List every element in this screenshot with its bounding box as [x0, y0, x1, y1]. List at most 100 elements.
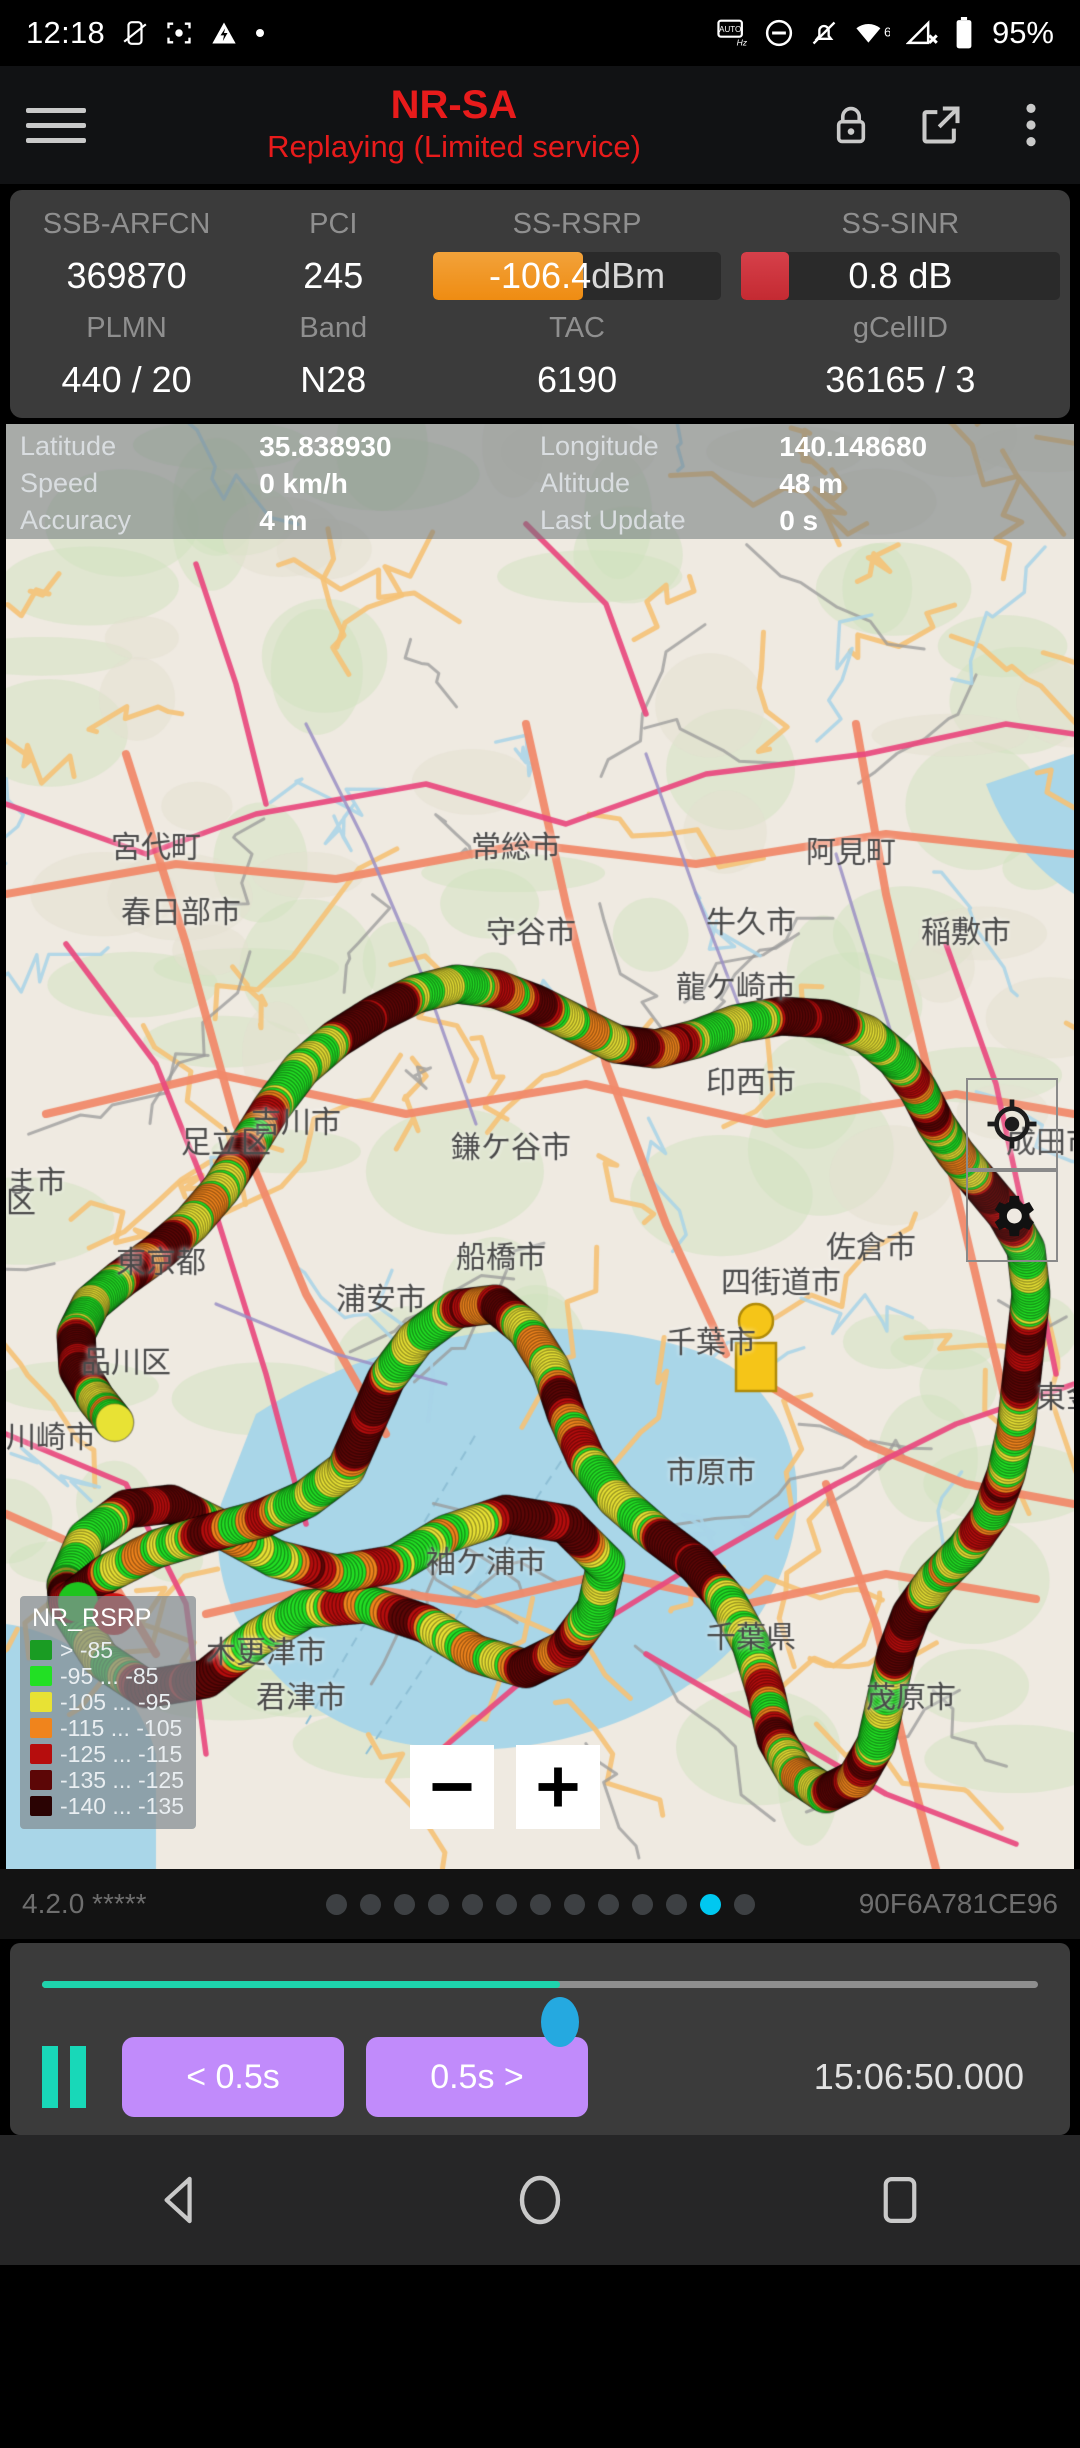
android-navigation-bar — [0, 2135, 1080, 2265]
gps-value-latitude: 35.838930 — [259, 430, 392, 462]
my-location-icon[interactable] — [966, 1078, 1058, 1170]
seek-thumb[interactable] — [540, 1997, 579, 2047]
auto-hz-refresh-rate-icon: AUTO Hz — [716, 17, 748, 49]
seek-row — [10, 1943, 1070, 2047]
footer-info-bar: 4.2.0 ***** 90F6A781CE96 — [0, 1869, 1080, 1939]
legend-swatch — [30, 1796, 52, 1816]
warning-triangle-icon — [210, 19, 238, 47]
legend-item: -125 ... -115 — [30, 1741, 184, 1767]
gps-left-column: Latitude 35.838930 Speed 0 km/h Accuracy… — [20, 428, 540, 539]
lock-icon[interactable] — [828, 99, 874, 151]
page-dot[interactable] — [359, 1893, 381, 1915]
page-dot[interactable] — [529, 1893, 551, 1915]
step-back-button[interactable]: < 0.5s — [122, 2037, 344, 2117]
gps-info-overlay: Latitude 35.838930 Speed 0 km/h Accuracy… — [6, 424, 1074, 539]
legend-item: > -85 — [30, 1637, 184, 1663]
legend-swatch — [30, 1718, 52, 1738]
page-dot[interactable] — [597, 1893, 619, 1915]
rsrp-unit: dBm — [591, 255, 666, 296]
metric-value-ss-rsrp: -106.4dBm — [423, 250, 730, 302]
metric-value-ss-sinr: 0.8 dB — [731, 250, 1070, 302]
status-subtitle: Replaying (Limited service) — [267, 129, 641, 164]
zoom-in-button[interactable] — [516, 1745, 600, 1829]
metric-value-ssb-arfcn: 369870 — [66, 255, 187, 296]
page-dot[interactable] — [461, 1893, 483, 1915]
gps-key-altitude: Altitude — [540, 468, 631, 498]
page-dot[interactable] — [427, 1893, 449, 1915]
gps-row-speed: Speed 0 km/h — [20, 465, 540, 502]
pause-icon[interactable] — [42, 2046, 100, 2108]
metric-value-plmn: 440 / 20 — [61, 359, 192, 400]
legend-label: -125 ... -115 — [60, 1740, 183, 1767]
legend-label: -115 ... -105 — [60, 1714, 183, 1741]
square-recents-icon[interactable] — [840, 2160, 960, 2240]
legend-item: -135 ... -125 — [30, 1767, 184, 1793]
seek-slider[interactable] — [42, 1981, 1038, 2047]
do-not-disturb-vibrate-icon — [122, 18, 148, 48]
hamburger-menu-icon[interactable] — [26, 107, 86, 143]
metrics-row1-labels: SSB-ARFCN PCI SS-RSRP SS-SINR — [10, 198, 1070, 250]
android-status-bar: 12:18 AUTO Hz 6 95% — [0, 0, 1080, 66]
circle-home-icon[interactable] — [480, 2160, 600, 2240]
replay-player: < 0.5s 0.5s > 15:06:50.000 — [10, 1943, 1070, 2135]
app-bar-actions — [828, 99, 1054, 151]
do-not-disturb-icon — [764, 18, 794, 48]
gps-row-latitude: Latitude 35.838930 — [20, 428, 540, 465]
legend-label: -105 ... -95 — [60, 1688, 172, 1715]
page-dot[interactable] — [495, 1893, 517, 1915]
gps-value-longitude: 140.148680 — [779, 430, 928, 462]
metric-label-plmn: PLMN — [86, 311, 167, 344]
gps-key-latitude: Latitude — [20, 431, 117, 461]
triangle-back-icon[interactable] — [120, 2160, 240, 2240]
status-clock: 12:18 — [26, 15, 106, 50]
legend-swatch — [30, 1770, 52, 1790]
svg-text:AUTO: AUTO — [719, 25, 741, 34]
app-title-block: NR-SA Replaying (Limited service) — [80, 83, 828, 167]
metric-value-tac: 6190 — [537, 359, 618, 400]
page-dot[interactable] — [665, 1893, 687, 1915]
metric-label-tac: TAC — [549, 311, 605, 344]
zoom-out-button[interactable] — [410, 1745, 494, 1829]
step-forward-button[interactable]: 0.5s > — [366, 2037, 588, 2117]
metrics-row2-labels: PLMN Band TAC gCellID — [10, 302, 1070, 354]
page-dot[interactable] — [563, 1893, 585, 1915]
gps-row-altitude: Altitude 48 m — [540, 465, 1060, 502]
page-title: NR-SA — [390, 83, 518, 127]
svg-text:Hz: Hz — [737, 37, 748, 47]
page-dot[interactable] — [325, 1893, 347, 1915]
legend-swatch — [30, 1744, 52, 1764]
gps-key-last-update: Last Update — [540, 505, 686, 535]
gps-right-column: Longitude 140.148680 Altitude 48 m Last … — [540, 428, 1060, 539]
battery-icon — [954, 17, 974, 49]
status-bar-right: AUTO Hz 6 95% — [716, 15, 1054, 51]
gps-value-accuracy: 4 m — [259, 504, 308, 536]
dot-icon — [255, 28, 265, 38]
metric-label-ssb-arfcn: SSB-ARFCN — [42, 207, 211, 240]
legend-label: -95 ... -85 — [60, 1662, 159, 1689]
page-dot[interactable] — [733, 1893, 755, 1915]
legend-label: -140 ... -135 — [60, 1792, 185, 1819]
page-dot[interactable] — [699, 1893, 721, 1915]
rsrp-legend: NR_RSRP > -85 -95 ... -85 -105 ... -95 -115… — [20, 1596, 197, 1829]
metric-value-pci: 245 — [303, 255, 364, 296]
legend-rows: > -85 -95 ... -85 -105 ... -95 -115 ... -10… — [30, 1637, 184, 1819]
overflow-menu-icon[interactable] — [1008, 99, 1054, 151]
legend-item: -140 ... -135 — [30, 1793, 184, 1819]
legend-item: -105 ... -95 — [30, 1689, 184, 1715]
mute-bell-icon — [810, 18, 838, 48]
metric-label-ss-sinr: SS-SINR — [841, 207, 960, 240]
legend-swatch — [30, 1640, 52, 1660]
drive-test-map[interactable]: Latitude 35.838930 Speed 0 km/h Accuracy… — [6, 424, 1074, 1869]
map-zoom-controls — [410, 1745, 600, 1829]
page-dot[interactable] — [393, 1893, 415, 1915]
page-dot[interactable] — [631, 1893, 653, 1915]
legend-item: -115 ... -105 — [30, 1715, 184, 1741]
map-settings-gear-icon[interactable] — [966, 1170, 1058, 1262]
share-export-icon[interactable] — [918, 99, 964, 151]
rsrp-number: -106.4 — [489, 255, 592, 296]
gps-key-accuracy: Accuracy — [20, 505, 132, 535]
status-bar-left: 12:18 — [26, 15, 265, 51]
gps-value-last-update: 0 s — [779, 504, 819, 536]
signal-off-icon — [905, 18, 938, 48]
gps-key-longitude: Longitude — [540, 431, 659, 461]
